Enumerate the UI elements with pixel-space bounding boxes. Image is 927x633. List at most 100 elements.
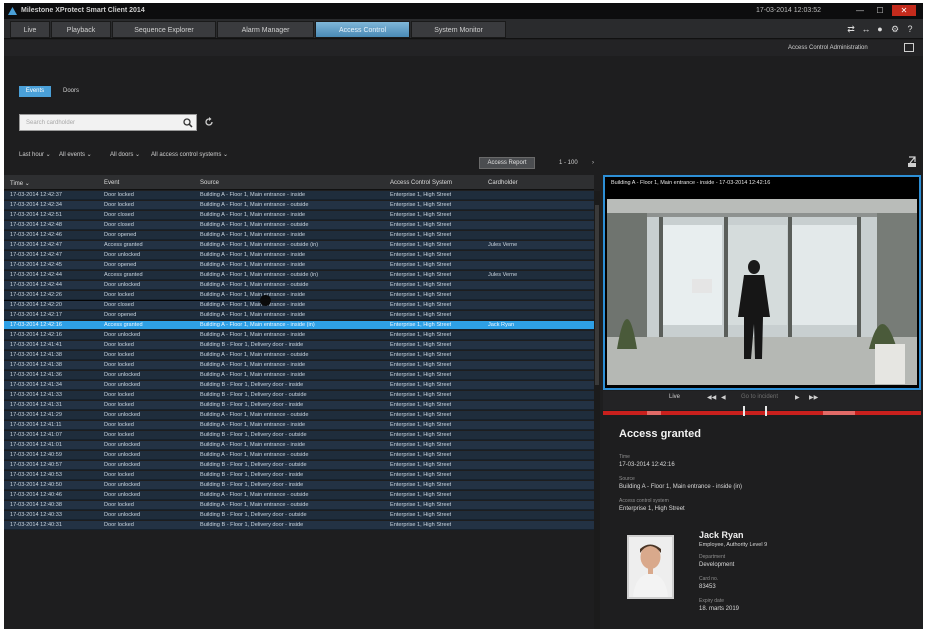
tab-live[interactable]: Live (10, 21, 50, 38)
info-icon[interactable]: ● (875, 24, 885, 34)
tab-system-monitor[interactable]: System Monitor (411, 21, 506, 38)
access-control-admin-link[interactable]: Access Control Administration (788, 45, 868, 51)
table-row[interactable]: 17-03-2014 12:42:16 Door unlocked Building… (4, 331, 594, 340)
timeline-marker[interactable] (743, 406, 745, 416)
col-source[interactable]: Source (200, 180, 219, 186)
search-input[interactable]: Search cardholder (19, 114, 197, 131)
source-label: Source (619, 476, 635, 482)
video-preview[interactable]: Building A - Floor 1, Main entrance - in… (603, 175, 921, 390)
cell-system: Enterprise 1, High Street (390, 392, 452, 398)
filter-doors[interactable]: All doors ⌄ (110, 151, 140, 158)
table-row[interactable]: 17-03-2014 12:40:31 Door locked Building B… (4, 521, 594, 530)
pager-next-button[interactable]: › (592, 160, 594, 166)
cell-time: 17-03-2014 12:40:33 (10, 512, 62, 518)
filter-systems[interactable]: All access control systems ⌄ (151, 151, 228, 158)
table-row[interactable]: 17-03-2014 12:41:11 Door locked Building A… (4, 421, 594, 430)
go-to-incident-button[interactable]: Go to incident (741, 394, 778, 400)
tab-alarm-manager[interactable]: Alarm Manager (217, 21, 314, 38)
table-row[interactable]: 17-03-2014 12:42:17 Door opened Building A… (4, 311, 594, 320)
table-row[interactable]: 17-03-2014 12:42:16 Access granted Buildin… (4, 321, 594, 330)
table-row[interactable]: 17-03-2014 12:42:20 Door closed Building A… (4, 301, 594, 310)
doors-toggle[interactable]: Doors (63, 88, 79, 94)
table-row[interactable]: 17-03-2014 12:40:46 Door unlocked Building… (4, 491, 594, 500)
filter-time[interactable]: Last hour ⌄ (19, 151, 51, 158)
cell-source: Building B - Floor 1, Delivery door - ou… (200, 512, 307, 518)
live-label[interactable]: Live (669, 394, 680, 400)
cell-source: Building A - Floor 1, Main entrance - in… (200, 372, 306, 378)
table-row[interactable]: 17-03-2014 12:41:36 Door unlocked Building… (4, 371, 594, 380)
table-row[interactable]: 17-03-2014 12:40:33 Door unlocked Building… (4, 511, 594, 520)
table-row[interactable]: 17-03-2014 12:42:34 Door locked Building A… (4, 201, 594, 210)
cell-system: Enterprise 1, High Street (390, 402, 452, 408)
cell-event: Access granted (104, 272, 143, 278)
access-report-button[interactable]: Access Report (479, 157, 535, 169)
table-row[interactable]: 17-03-2014 12:40:59 Door unlocked Building… (4, 451, 594, 460)
gear-icon[interactable]: ⚙ (890, 24, 900, 34)
step-forward-button[interactable]: ▶▶ (809, 394, 818, 401)
cell-time: 17-03-2014 12:41:11 (10, 422, 62, 428)
table-row[interactable]: 17-03-2014 12:41:41 Door locked Building B… (4, 341, 594, 350)
table-row[interactable]: 17-03-2014 12:41:07 Door locked Building B… (4, 431, 594, 440)
table-row[interactable]: 17-03-2014 12:40:53 Door locked Building B… (4, 471, 594, 480)
col-cardholder[interactable]: Cardholder (488, 180, 518, 186)
cardholder-name: Jack Ryan (699, 530, 744, 540)
table-row[interactable]: 17-03-2014 12:42:44 Door unlocked Building… (4, 281, 594, 290)
table-row[interactable]: 17-03-2014 12:42:46 Door opened Building A… (4, 231, 594, 240)
table-row[interactable]: 17-03-2014 12:42:26 Door locked Building A… (4, 291, 594, 300)
cell-time: 17-03-2014 12:42:44 (10, 272, 62, 278)
table-row[interactable]: 17-03-2014 12:41:38 Door locked Building A… (4, 351, 594, 360)
filter-events[interactable]: All events ⌄ (59, 151, 92, 158)
refresh-icon[interactable] (204, 117, 214, 127)
camera-arrows-icon[interactable]: ⇄ (846, 24, 856, 34)
table-row[interactable]: 17-03-2014 12:42:48 Door closed Building A… (4, 221, 594, 230)
cell-source: Building A - Floor 1, Main entrance - in… (200, 302, 306, 308)
step-prev-button[interactable]: ◀ (721, 394, 726, 401)
table-row[interactable]: 17-03-2014 12:41:29 Door unlocked Building… (4, 411, 594, 420)
help-icon[interactable]: ? (905, 24, 915, 34)
system-value: Enterprise 1, High Street (619, 506, 685, 512)
arrows-icon[interactable]: ↔ (861, 24, 871, 34)
table-row[interactable]: 17-03-2014 12:41:01 Door unlocked Building… (4, 441, 594, 450)
cell-event: Door locked (104, 392, 134, 398)
col-event[interactable]: Event (104, 180, 119, 186)
maximize-button[interactable]: ☐ (872, 5, 888, 16)
cell-system: Enterprise 1, High Street (390, 472, 452, 478)
table-row[interactable]: 17-03-2014 12:40:50 Door unlocked Building… (4, 481, 594, 490)
grid-scrollbar-thumb[interactable] (595, 205, 599, 385)
cell-time: 17-03-2014 12:42:51 (10, 212, 62, 218)
play-button[interactable]: ▶ (795, 394, 800, 401)
admin-window-icon[interactable] (904, 43, 914, 52)
close-button[interactable]: ✕ (892, 5, 916, 16)
cell-event: Door unlocked (104, 492, 141, 498)
minimize-button[interactable]: — (852, 5, 868, 16)
col-time[interactable]: Time ⌄ (10, 180, 30, 187)
cell-event: Door locked (104, 202, 134, 208)
playback-timeline[interactable] (603, 406, 921, 416)
table-row[interactable]: 17-03-2014 12:42:47 Access granted Buildin… (4, 241, 594, 250)
export-icon[interactable] (907, 156, 917, 168)
table-row[interactable]: 17-03-2014 12:41:31 Door locked Building B… (4, 401, 594, 410)
table-row[interactable]: 17-03-2014 12:42:45 Door opened Building A… (4, 261, 594, 270)
table-row[interactable]: 17-03-2014 12:41:33 Door locked Building B… (4, 391, 594, 400)
table-row[interactable]: 17-03-2014 12:42:51 Door closed Building A… (4, 211, 594, 220)
table-row[interactable]: 17-03-2014 12:41:38 Door locked Building A… (4, 361, 594, 370)
step-back-button[interactable]: ◀◀ (707, 394, 716, 401)
table-row[interactable]: 17-03-2014 12:42:44 Access granted Buildin… (4, 271, 594, 280)
tab-playback[interactable]: Playback (51, 21, 111, 38)
table-row[interactable]: 17-03-2014 12:42:47 Door unlocked Building… (4, 251, 594, 260)
tab-access-control[interactable]: Access Control (315, 21, 410, 38)
events-toggle[interactable]: Events (19, 86, 51, 97)
grid-scrollbar[interactable] (594, 191, 600, 629)
table-row[interactable]: 17-03-2014 12:40:57 Door unlocked Building… (4, 461, 594, 470)
title-bar: Milestone XProtect Smart Client 2014 17-… (4, 3, 923, 19)
table-row[interactable]: 17-03-2014 12:40:38 Door locked Building A… (4, 501, 594, 510)
cell-system: Enterprise 1, High Street (390, 422, 452, 428)
cell-time: 17-03-2014 12:42:47 (10, 252, 62, 258)
timeline-marker[interactable] (765, 406, 767, 416)
drag-handle[interactable] (260, 295, 271, 306)
search-icon[interactable] (183, 118, 193, 128)
tab-sequence-explorer[interactable]: Sequence Explorer (112, 21, 216, 38)
table-row[interactable]: 17-03-2014 12:41:34 Door unlocked Building… (4, 381, 594, 390)
col-access-control-system[interactable]: Access Control System (390, 180, 452, 186)
table-row[interactable]: 17-03-2014 12:42:37 Door locked Building A… (4, 191, 594, 200)
